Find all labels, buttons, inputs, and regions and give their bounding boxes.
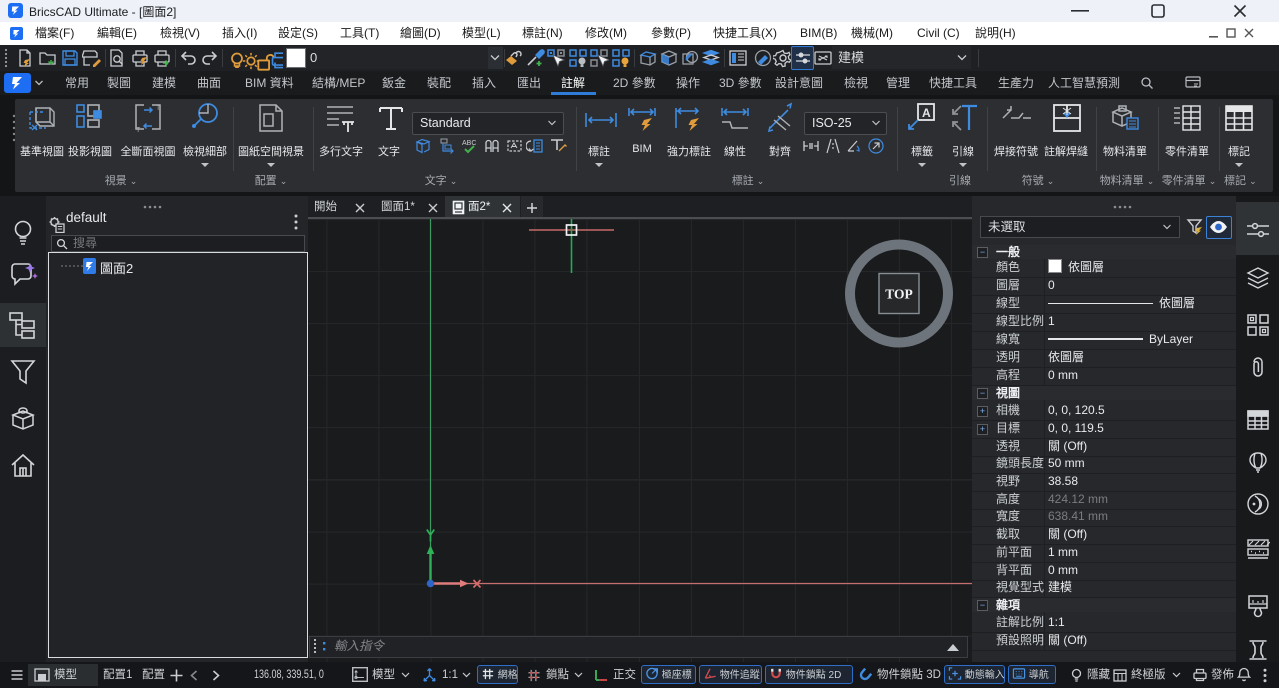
svg-text:T: T [136,127,141,134]
svg-text:TOP: TOP [885,287,913,302]
svg-text:ABC: ABC [462,140,476,147]
svg-text:A: A [922,106,931,120]
svg-text:T: T [156,105,161,112]
